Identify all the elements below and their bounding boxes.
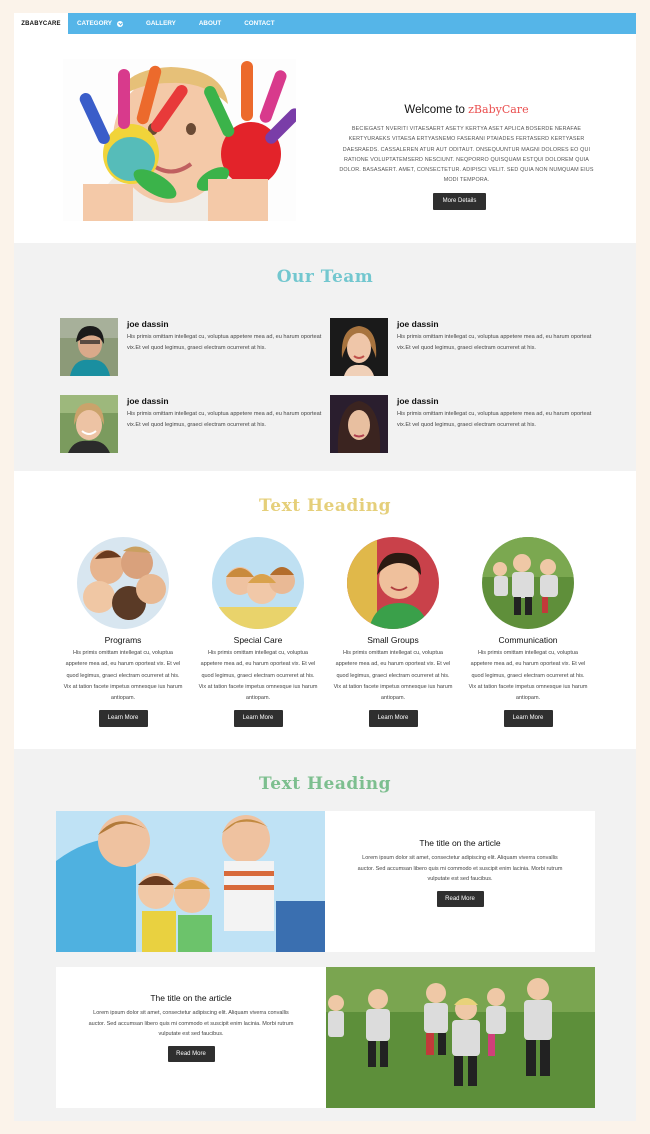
article-title: The title on the article (419, 838, 501, 848)
hero-description: Beciegast nveriti vitaesaert asety kerty… (339, 126, 594, 184)
feature-name: Communication (498, 635, 558, 645)
feature-text: His primis omittam intellegat cu, volupt… (198, 650, 318, 702)
more-details-button[interactable]: More Details (433, 193, 486, 210)
team-member-bio: His primis omittam intellegat cu, volupt… (397, 334, 592, 351)
feature-card: Special Care His primis omittam intelleg… (197, 537, 319, 728)
team-member-photo (330, 395, 388, 453)
read-more-button[interactable]: Read More (436, 890, 484, 907)
nav-item-label: CONTACT (244, 20, 275, 27)
feature-name: Programs (104, 635, 142, 645)
nav-item-category[interactable]: CATEGORY (68, 13, 137, 34)
feature-text: His primis omittam intellegat cu, volupt… (63, 650, 183, 702)
team-member-name: joe dassin (127, 319, 169, 329)
feature-card: Small Groups His primis omittam intelleg… (332, 537, 454, 728)
nav-item-about[interactable]: ABOUT (190, 13, 235, 34)
feature-image (347, 537, 439, 629)
article-body: The title on the article Lorem ipsum dol… (325, 838, 595, 907)
page: ZBABYCARE CATEGORY GALLERY ABOUT CONTACT (14, 13, 636, 1121)
team-member-bio: His primis omittam intellegat cu, volupt… (127, 411, 322, 428)
article-title: The title on the article (150, 993, 232, 1003)
team-member-photo (330, 318, 388, 376)
team-member-card: joe dassin His primis omittam intellegat… (330, 395, 592, 455)
team-member-card: joe dassin His primis omittam intellegat… (330, 318, 592, 378)
learn-more-button[interactable]: Learn More (503, 710, 553, 728)
team-member-name: joe dassin (397, 396, 439, 406)
learn-more-button[interactable]: Learn More (368, 710, 418, 728)
team-member-card: joe dassin His primis omittam intellegat… (60, 395, 322, 455)
feature-name: Small Groups (367, 635, 419, 645)
team-member-bio: His primis omittam intellegat cu, volupt… (127, 334, 322, 351)
nav-item-contact[interactable]: CONTACT (235, 13, 288, 34)
chevron-down-icon (116, 20, 123, 27)
team-member-photo (60, 318, 118, 376)
article-text: Lorem ipsum dolor sit amet, consectetur … (88, 1010, 294, 1038)
article-text: Lorem ipsum dolor sit amet, consectetur … (357, 855, 563, 883)
hero-title-brand: zBabyCare (468, 103, 529, 116)
nav-item-gallery[interactable]: GALLERY (137, 13, 190, 34)
top-nav: ZBABYCARE CATEGORY GALLERY ABOUT CONTACT (14, 13, 636, 34)
read-more-button[interactable]: Read More (167, 1045, 215, 1062)
article-card: The title on the article Lorem ipsum dol… (56, 967, 595, 1108)
feature-name: Special Care (233, 635, 283, 645)
articles-title: Text Heading (259, 774, 391, 794)
article-image (326, 967, 595, 1108)
team-member-name: joe dassin (127, 396, 169, 406)
brand-logo[interactable]: ZBABYCARE (14, 13, 68, 34)
feature-text: His primis omittam intellegat cu, volupt… (333, 650, 453, 702)
nav-item-label: ABOUT (198, 20, 222, 27)
team-member-bio: His primis omittam intellegat cu, volupt… (397, 411, 592, 428)
hero-title-prefix: Welcome to (404, 104, 465, 116)
feature-card: Programs His primis omittam intellegat c… (62, 537, 184, 728)
hero-section: Welcome to zBabyCare Beciegast nveriti v… (14, 34, 636, 243)
feature-text: His primis omittam intellegat cu, volupt… (468, 650, 588, 702)
hero-image (63, 59, 296, 221)
team-member-photo (60, 395, 118, 453)
team-section: Our Team joe dassin His primis omittam i… (14, 243, 636, 471)
team-member-name: joe dassin (397, 319, 439, 329)
feature-image (212, 537, 304, 629)
team-title: Our Team (276, 267, 374, 287)
nav-item-label: GALLERY (145, 20, 176, 27)
learn-more-button[interactable]: Learn More (233, 710, 283, 728)
articles-section: Text Heading The title on the article Lo… (14, 749, 636, 1121)
hero-title: Welcome to zBabyCare (334, 103, 599, 116)
nav-item-label: CATEGORY (77, 20, 112, 27)
article-image (56, 811, 325, 952)
feature-image (482, 537, 574, 629)
features-title: Text Heading (259, 496, 391, 516)
feature-card: Communication His primis omittam intelle… (467, 537, 589, 728)
article-body: The title on the article Lorem ipsum dol… (56, 993, 326, 1062)
feature-image (77, 537, 169, 629)
features-section: Text Heading Programs His primis omittam… (14, 471, 636, 749)
learn-more-button[interactable]: Learn More (98, 710, 148, 728)
team-member-card: joe dassin His primis omittam intellegat… (60, 318, 322, 378)
article-card: The title on the article Lorem ipsum dol… (56, 811, 595, 952)
